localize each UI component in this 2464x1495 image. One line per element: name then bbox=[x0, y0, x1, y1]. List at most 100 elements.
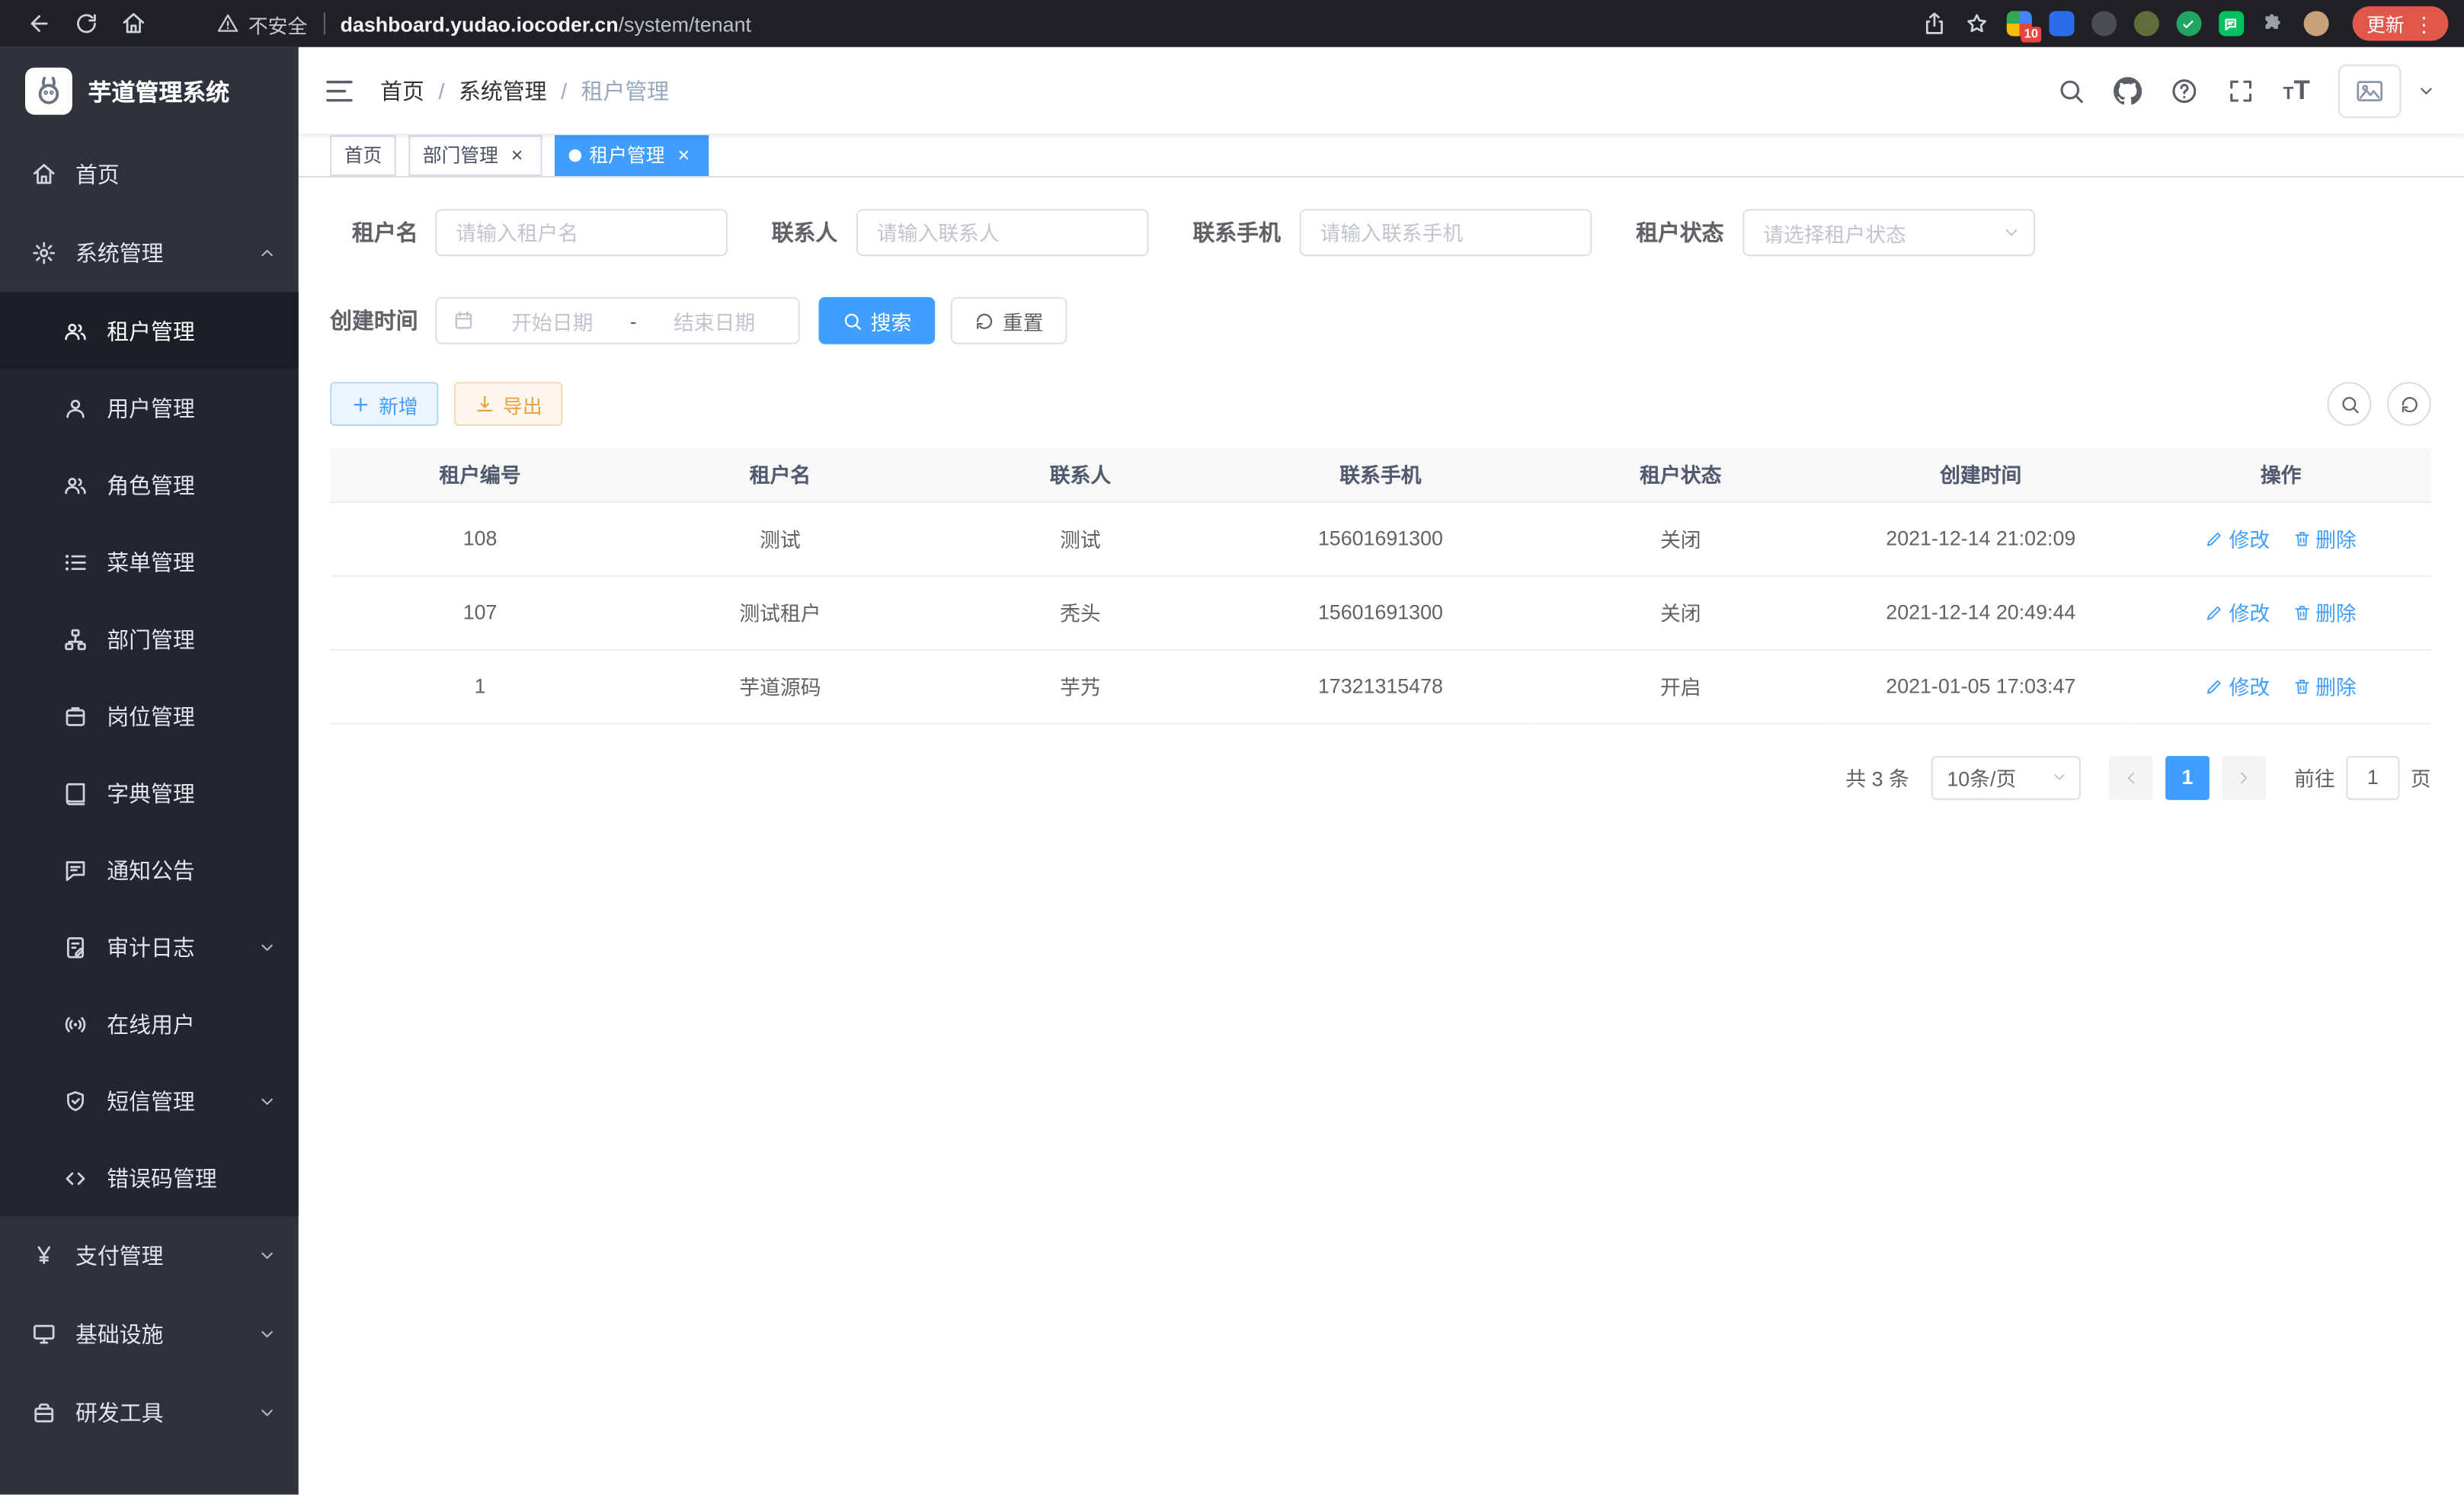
app-logo bbox=[25, 68, 72, 115]
sidebar-item-post[interactable]: 岗位管理 bbox=[0, 677, 299, 754]
update-button[interactable]: 更新 ⋮ bbox=[2353, 6, 2449, 40]
sidebar-item-online-users[interactable]: 在线用户 bbox=[0, 985, 299, 1062]
list-icon bbox=[63, 549, 88, 575]
extensions-puzzle-icon[interactable] bbox=[2261, 11, 2286, 36]
breadcrumb-separator: / bbox=[438, 78, 444, 103]
edit-link[interactable]: 修改 bbox=[2206, 597, 2270, 627]
cell-mobile: 17321315478 bbox=[1230, 649, 1531, 723]
chevron-left-icon bbox=[2121, 768, 2140, 787]
app-logo-row[interactable]: 芋道管理系统 bbox=[0, 47, 299, 136]
filter-contact: 联系人 bbox=[772, 209, 1149, 256]
reset-button[interactable]: 重置 bbox=[951, 297, 1067, 344]
search-button[interactable]: 搜索 bbox=[819, 297, 936, 344]
extension-icon-grid[interactable]: 10 bbox=[2007, 11, 2032, 36]
export-button[interactable]: 导出 bbox=[454, 382, 562, 426]
search-icon bbox=[2339, 394, 2360, 415]
refresh-table-button[interactable] bbox=[2387, 382, 2431, 426]
tag-tenant[interactable]: 租户管理 × bbox=[555, 134, 709, 175]
sidebar-item-error-code[interactable]: 错误码管理 bbox=[0, 1139, 299, 1216]
extension-icon-green-check[interactable] bbox=[2177, 11, 2202, 36]
sidebar-item-devtools[interactable]: 研发工具 bbox=[0, 1374, 299, 1452]
add-button[interactable]: 新增 bbox=[330, 382, 438, 426]
sidebar-item-label: 字典管理 bbox=[107, 777, 195, 808]
breadcrumb-system[interactable]: 系统管理 bbox=[459, 75, 547, 106]
sidebar-item-menu[interactable]: 菜单管理 bbox=[0, 523, 299, 600]
delete-link[interactable]: 删除 bbox=[2292, 671, 2357, 701]
extension-icon-olive[interactable] bbox=[2134, 11, 2159, 36]
status-select[interactable]: 请选择租户状态 bbox=[1742, 209, 2035, 256]
extension-icon-dark[interactable] bbox=[2091, 11, 2117, 36]
sidebar-item-home[interactable]: 首页 bbox=[0, 135, 299, 213]
tag-dept[interactable]: 部门管理 × bbox=[408, 134, 542, 175]
search-icon[interactable] bbox=[2057, 76, 2085, 104]
delete-link[interactable]: 删除 bbox=[2292, 523, 2357, 553]
fullscreen-icon[interactable] bbox=[2226, 76, 2254, 104]
warning-icon bbox=[217, 13, 239, 35]
extension-icon-chat[interactable] bbox=[2219, 11, 2244, 36]
extension-icon-blue[interactable] bbox=[2049, 11, 2074, 36]
sidebar-item-label: 岗位管理 bbox=[107, 700, 195, 731]
org-tree-icon bbox=[63, 626, 88, 651]
date-range-picker[interactable]: 开始日期 - 结束日期 bbox=[435, 297, 800, 344]
sidebar-collapse-button[interactable] bbox=[299, 47, 380, 133]
sidebar-item-sms[interactable]: 短信管理 bbox=[0, 1062, 299, 1139]
sidebar-item-label: 系统管理 bbox=[75, 237, 164, 268]
sidebar-item-dict[interactable]: 字典管理 bbox=[0, 754, 299, 831]
sidebar-item-label: 首页 bbox=[75, 158, 120, 190]
page-number-1[interactable]: 1 bbox=[2165, 755, 2210, 799]
tag-home[interactable]: 首页 bbox=[330, 134, 396, 175]
bookmark-star-icon[interactable] bbox=[1964, 11, 1989, 36]
close-icon[interactable]: × bbox=[673, 144, 695, 166]
sidebar-item-user[interactable]: 用户管理 bbox=[0, 370, 299, 447]
yen-icon bbox=[31, 1243, 56, 1268]
extension-badge: 10 bbox=[2021, 27, 2042, 43]
sidebar-item-system[interactable]: 系统管理 bbox=[0, 214, 299, 293]
reload-icon[interactable] bbox=[74, 11, 99, 36]
browser-menu-icon[interactable]: ⋮ bbox=[2414, 14, 2434, 34]
sidebar-item-notice[interactable]: 通知公告 bbox=[0, 831, 299, 908]
cell-contact: 秃头 bbox=[930, 575, 1230, 649]
home-icon bbox=[31, 162, 56, 187]
col-header-id: 租户编号 bbox=[330, 448, 630, 501]
cell-created: 2021-12-14 21:02:09 bbox=[1831, 501, 2131, 575]
end-date-placeholder: 结束日期 bbox=[646, 306, 782, 335]
sidebar-item-dept[interactable]: 部门管理 bbox=[0, 600, 299, 677]
sidebar-item-audit-log[interactable]: 审计日志 bbox=[0, 908, 299, 985]
toggle-search-button[interactable] bbox=[2328, 382, 2372, 426]
github-icon[interactable] bbox=[2114, 76, 2142, 104]
breadcrumb-home[interactable]: 首页 bbox=[380, 75, 424, 106]
user-icon bbox=[63, 395, 88, 421]
address-bar[interactable]: dashboard.yudao.iocoder.cn/system/tenant bbox=[341, 11, 751, 35]
edit-link[interactable]: 修改 bbox=[2206, 671, 2270, 701]
avatar[interactable] bbox=[2338, 64, 2402, 117]
cell-id: 107 bbox=[330, 575, 630, 649]
edit-link[interactable]: 修改 bbox=[2206, 523, 2270, 553]
sidebar-item-label: 研发工具 bbox=[75, 1397, 164, 1429]
help-icon[interactable] bbox=[2170, 76, 2198, 104]
sidebar-item-label: 租户管理 bbox=[107, 315, 195, 347]
sidebar-item-payment[interactable]: 支付管理 bbox=[0, 1216, 299, 1295]
sidebar-item-tenant[interactable]: 租户管理 bbox=[0, 293, 299, 370]
home-icon[interactable] bbox=[121, 11, 146, 36]
chevron-down-icon[interactable] bbox=[2417, 81, 2436, 100]
goto-page-input[interactable] bbox=[2346, 755, 2399, 799]
mobile-input[interactable] bbox=[1300, 209, 1592, 256]
delete-link[interactable]: 删除 bbox=[2292, 597, 2357, 627]
page-size-select[interactable]: 10条/页 bbox=[1931, 755, 2081, 799]
document-edit-icon bbox=[63, 934, 88, 959]
prev-page-button[interactable] bbox=[2109, 755, 2153, 799]
site-security-button[interactable]: 不安全 bbox=[217, 8, 308, 38]
table-toolbar: 新增 导出 bbox=[330, 382, 2431, 426]
close-icon[interactable]: × bbox=[506, 144, 528, 166]
filter-row-1: 租户名 联系人 联系手机 租户状态 请选择租户状态 bbox=[330, 209, 2431, 256]
tenant-name-input[interactable] bbox=[435, 209, 728, 256]
sidebar-item-infra[interactable]: 基础设施 bbox=[0, 1295, 299, 1374]
check-icon bbox=[2182, 17, 2197, 31]
browser-avatar[interactable] bbox=[2304, 11, 2329, 36]
contact-input[interactable] bbox=[856, 209, 1149, 256]
share-icon[interactable] bbox=[1922, 11, 1947, 36]
sidebar-item-role[interactable]: 角色管理 bbox=[0, 447, 299, 523]
next-page-button[interactable] bbox=[2222, 755, 2266, 799]
back-icon[interactable] bbox=[27, 11, 52, 36]
font-size-icon[interactable]: TT bbox=[2283, 77, 2310, 104]
